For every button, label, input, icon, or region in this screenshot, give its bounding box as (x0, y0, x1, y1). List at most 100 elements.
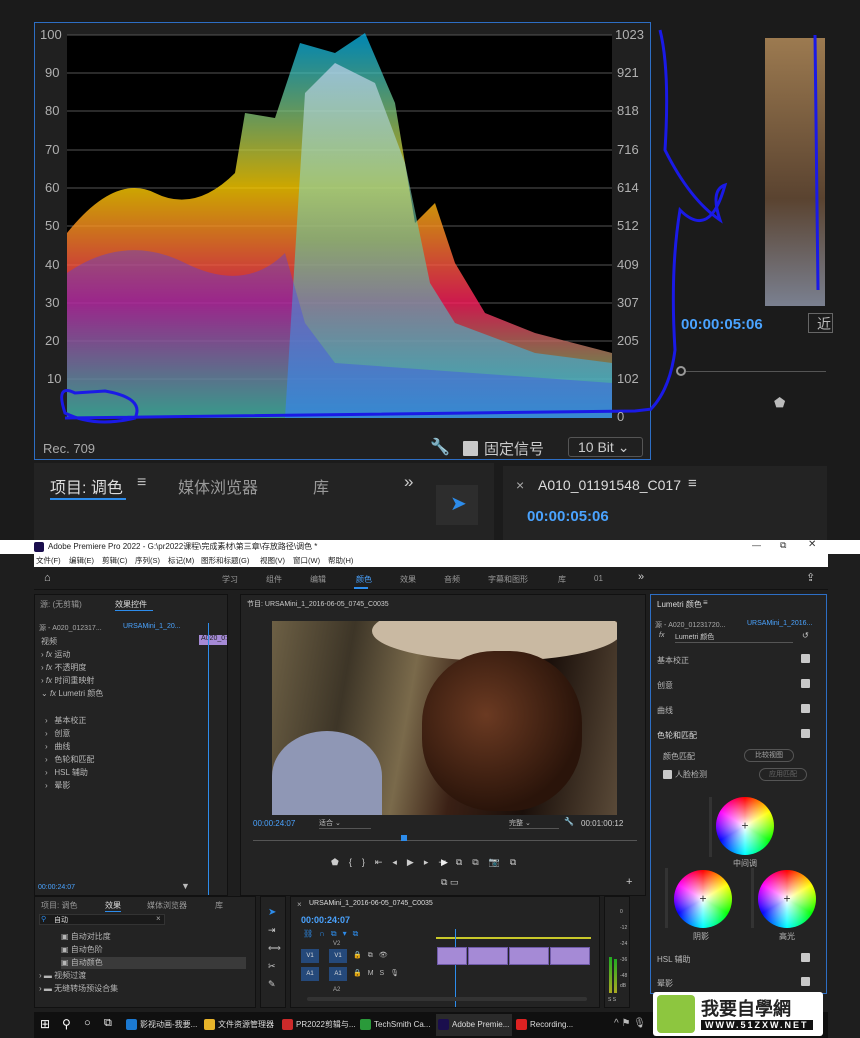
video-clip[interactable] (437, 947, 467, 965)
tab-media-browser[interactable]: 媒体浏览器 (178, 474, 258, 498)
face-detect-checkbox[interactable] (663, 770, 672, 779)
track-label-v2[interactable]: V2 (333, 941, 340, 947)
section-curves[interactable]: 曲线 (657, 705, 673, 716)
section-basic-correction[interactable]: 基本校正 (657, 655, 689, 666)
folder-item[interactable]: › ▬ 无缝转场预设合集 (39, 983, 118, 995)
effect-item[interactable]: ▣ 自动对比度 (61, 931, 111, 943)
effect-opacity[interactable]: › fx 不透明度 (41, 662, 86, 674)
track-target-a1[interactable]: A1 (301, 967, 319, 981)
playhead-handle[interactable] (676, 366, 686, 376)
section-hsl[interactable]: HSL 辅助 (657, 954, 691, 965)
basic-correction-checkbox[interactable] (801, 654, 810, 663)
compare-view-button[interactable]: 比较视图 (744, 749, 794, 762)
effect-item-selected[interactable]: ▣ 自动颜色 (61, 957, 246, 969)
workspace-learn[interactable]: 学习 (222, 574, 238, 585)
effect-item[interactable]: ▣ 自动色阶 (61, 944, 103, 956)
more-workspaces-icon[interactable]: » (638, 571, 644, 583)
taskbar-item[interactable]: 文件资源管理器 (202, 1014, 278, 1036)
wrench-icon[interactable]: 🔧 (430, 437, 450, 457)
track-label-v1[interactable]: V1 (329, 949, 347, 963)
lumetri-creative[interactable]: › 创意 (45, 728, 70, 740)
taskbar-item[interactable]: TechSmith Ca... (358, 1014, 434, 1036)
menu-marker[interactable]: 标记(M) (168, 555, 194, 566)
taskbar-item-active[interactable]: Adobe Premie... (436, 1014, 512, 1036)
track-controls[interactable]: 🔒⧉👁 (353, 951, 394, 960)
midtone-slider[interactable] (709, 797, 712, 857)
panel-menu-icon[interactable]: ≡ (703, 598, 708, 607)
task-view-icon[interactable]: ⧉ (104, 1017, 112, 1030)
menu-sequence[interactable]: 序列(S) (135, 555, 160, 566)
tray-icons[interactable]: ^ ⚑ 🎙 (614, 1018, 646, 1029)
lumetri-source-select[interactable]: 源 - A020_01231720... (655, 620, 725, 630)
color-wheels-checkbox[interactable] (801, 729, 810, 738)
video-clip[interactable] (509, 947, 549, 965)
share-icon[interactable]: ⇪ (806, 571, 815, 584)
shadow-slider[interactable] (665, 868, 668, 928)
panel-menu-icon[interactable]: ≡ (688, 475, 697, 492)
quality-select[interactable]: 完整 ⌄ (509, 818, 559, 829)
section-vignette[interactable]: 晕影 (657, 978, 673, 989)
sequence-clip-select[interactable]: URSAMini_1_20... (123, 623, 181, 630)
tab-library[interactable]: 库 (215, 900, 223, 911)
add-button-icon[interactable]: + (626, 876, 632, 888)
timeline-playhead[interactable] (455, 929, 456, 1007)
workspace-audio[interactable]: 音频 (444, 574, 460, 585)
menu-file[interactable]: 文件(F) (36, 555, 61, 566)
lock-signal-checkbox[interactable] (463, 441, 478, 456)
bitdepth-select[interactable]: 10 Bit ⌄ (568, 437, 643, 457)
timeline-scrollbar[interactable] (307, 997, 587, 1001)
section-creative[interactable]: 创意 (657, 680, 673, 691)
workspace-captions[interactable]: 字幕和图形 (488, 574, 528, 585)
selection-tool-icon[interactable]: ➤ (268, 907, 276, 918)
tab-project[interactable]: 项目: 调色 (50, 474, 123, 498)
export-frame-icon[interactable]: ⧉ ▭ (441, 877, 458, 888)
video-clip[interactable] (468, 947, 508, 965)
wrench-icon[interactable]: 🔧 (564, 817, 574, 826)
track-select-icon[interactable]: ⇥ (268, 925, 276, 936)
midtone-wheel[interactable]: + (716, 797, 774, 855)
windows-start-icon[interactable]: ⊞ (40, 1017, 50, 1031)
tab-library[interactable]: 库 (313, 474, 329, 498)
effect-motion[interactable]: › fx 运动 (41, 649, 70, 661)
workspace-editing[interactable]: 编辑 (310, 574, 326, 585)
curves-checkbox[interactable] (801, 704, 810, 713)
menu-edit[interactable]: 编辑(E) (69, 555, 94, 566)
minimize-icon[interactable]: — (752, 540, 761, 550)
play-icon[interactable]: ▶ (441, 857, 448, 868)
track-label-a2[interactable]: A2 (333, 987, 340, 993)
taskbar-item[interactable]: Recording... (514, 1014, 590, 1036)
track-controls[interactable]: 🔒MS🎙 (353, 969, 405, 977)
workspace-effects[interactable]: 效果 (400, 574, 416, 585)
time-ruler[interactable] (253, 840, 637, 841)
home-icon[interactable]: ⌂ (44, 572, 51, 584)
reset-icon[interactable]: ↺ (802, 631, 809, 640)
lumetri-basic[interactable]: › 基本校正 (45, 715, 86, 727)
lumetri-sequence-select[interactable]: URSAMini_1_2016... (747, 620, 812, 627)
menu-view[interactable]: 视图(V) (260, 555, 285, 566)
clip-bar[interactable]: A020_0: (199, 635, 227, 645)
hsl-checkbox[interactable] (801, 953, 810, 962)
vignette-checkbox[interactable] (801, 977, 810, 986)
work-area-bar[interactable] (436, 937, 591, 939)
close-icon[interactable]: × (297, 900, 302, 909)
highlight-wheel[interactable]: + (758, 870, 816, 928)
selection-tool[interactable]: ➤ (436, 485, 478, 525)
workspace-assembly[interactable]: 组件 (266, 574, 282, 585)
search-icon[interactable]: ⚲ (62, 1017, 71, 1031)
razor-icon[interactable]: ✂ (268, 961, 276, 972)
tab-source[interactable]: 源: (无剪辑) (40, 599, 82, 610)
playhead-handle[interactable] (401, 835, 407, 841)
highlight-slider[interactable] (751, 868, 754, 928)
menu-help[interactable]: 帮助(H) (328, 555, 353, 566)
section-color-wheels[interactable]: 色轮和匹配 (657, 730, 697, 741)
clear-icon[interactable]: × (156, 914, 161, 923)
video-clip[interactable] (550, 947, 590, 965)
menu-graphics[interactable]: 图形和标题(G) (201, 555, 249, 566)
taskbar-item[interactable]: PR2022剪辑与... (280, 1014, 356, 1036)
lumetri-curves[interactable]: › 曲线 (45, 741, 70, 753)
menu-window[interactable]: 窗口(W) (293, 555, 320, 566)
menu-clip[interactable]: 剪辑(C) (102, 555, 127, 566)
meter-solo[interactable]: S S (608, 997, 616, 1003)
taskbar-item[interactable]: 影视动画-我要... (124, 1014, 200, 1036)
panel-menu-icon[interactable]: ≡ (137, 474, 146, 492)
